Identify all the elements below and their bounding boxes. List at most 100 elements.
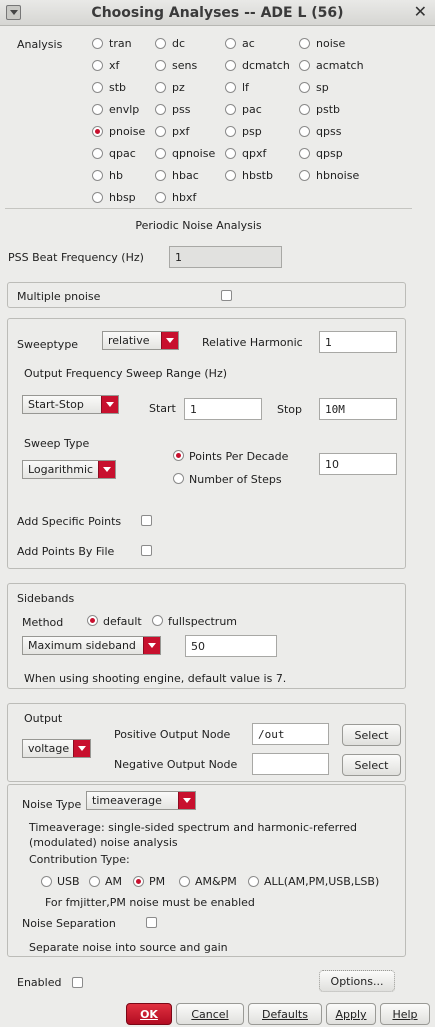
method-fullspectrum-radio[interactable] [152,615,163,626]
section-title: Periodic Noise Analysis [135,219,262,232]
number-of-steps-radio[interactable] [173,473,184,484]
analysis-radio-hbsp[interactable] [92,192,103,203]
sweep-type-dropdown[interactable]: Logarithmic [22,460,116,479]
contribution-radio-am-pm[interactable] [179,876,190,887]
relative-harmonic-field[interactable]: 1 [319,331,397,353]
positive-select-button[interactable]: Select [342,724,401,746]
window-title: Choosing Analyses -- ADE L (56) [91,5,344,21]
maximum-sideband-value: Maximum sideband [28,639,136,652]
enabled-checkbox[interactable] [72,977,83,988]
contribution-label-usb: USB [57,875,80,888]
analysis-label-hbstb: hbstb [242,169,273,182]
stop-label: Stop [277,403,303,416]
analysis-radio-envlp[interactable] [92,104,103,115]
sweeptype-value: relative [108,334,150,347]
analysis-label-pac: pac [242,103,262,116]
analysis-radio-sens[interactable] [155,60,166,71]
add-specific-points-checkbox[interactable] [141,515,152,526]
analysis-radio-dc[interactable] [155,38,166,49]
sweep-range-label: Output Frequency Sweep Range (Hz) [24,367,228,380]
contribution-label-am-pm: AM&PM [195,875,237,888]
analysis-radio-pxf[interactable] [155,126,166,137]
analysis-radio-hbnoise[interactable] [299,170,310,181]
analysis-radio-ac[interactable] [225,38,236,49]
contribution-radio-all-am-pm-usb-lsb-[interactable] [248,876,259,887]
positive-output-node-field[interactable]: /out [252,723,329,745]
analysis-radio-dcmatch[interactable] [225,60,236,71]
analysis-radio-xf[interactable] [92,60,103,71]
analysis-radio-pz[interactable] [155,82,166,93]
analysis-radio-hbstb[interactable] [225,170,236,181]
analysis-label-pnoise: pnoise [109,125,146,138]
analysis-radio-qpxf[interactable] [225,148,236,159]
sweep-range-dropdown[interactable]: Start-Stop [22,395,119,414]
analysis-label-hbxf: hbxf [172,191,197,204]
noise-separation-checkbox[interactable] [146,917,157,928]
analysis-label-dcmatch: dcmatch [242,59,290,72]
negative-output-node-field[interactable] [252,753,329,775]
contribution-radio-pm[interactable] [133,876,144,887]
add-points-by-file-checkbox[interactable] [141,545,152,556]
enabled-label: Enabled [17,976,62,989]
contribution-radio-usb[interactable] [41,876,52,887]
negative-select-button[interactable]: Select [342,754,401,776]
analysis-label-ac: ac [242,37,255,50]
method-default-radio[interactable] [87,615,98,626]
analysis-label-hbsp: hbsp [109,191,136,204]
output-mode-dropdown[interactable]: voltage [22,739,91,758]
analysis-radio-stb[interactable] [92,82,103,93]
method-label: Method [22,616,64,629]
analysis-radio-qpac[interactable] [92,148,103,159]
defaults-button[interactable]: Defaults [248,1003,322,1025]
analysis-radio-lf[interactable] [225,82,236,93]
cancel-button[interactable]: Cancel [176,1003,244,1025]
analysis-label: Analysis [17,38,63,51]
analysis-radio-sp[interactable] [299,82,310,93]
contribution-label-pm: PM [149,875,166,888]
sidebands-note: When using shooting engine, default valu… [24,672,287,685]
analysis-radio-pss[interactable] [155,104,166,115]
close-icon[interactable]: ✕ [414,3,427,21]
analysis-radio-qpnoise[interactable] [155,148,166,159]
chevron-down-icon [178,792,195,809]
ok-button[interactable]: OK [126,1003,172,1025]
analysis-radio-pnoise[interactable] [92,126,103,137]
analysis-radio-hb[interactable] [92,170,103,181]
analysis-label-psp: psp [242,125,262,138]
analysis-label-pxf: pxf [172,125,190,138]
analysis-radio-acmatch[interactable] [299,60,310,71]
analysis-label-hbac: hbac [172,169,199,182]
analysis-radio-qpss[interactable] [299,126,310,137]
points-per-decade-radio[interactable] [173,450,184,461]
output-title: Output [24,712,63,725]
help-button[interactable]: Help [380,1003,430,1025]
analysis-radio-qpsp[interactable] [299,148,310,159]
chevron-down-icon [98,461,115,478]
maximum-sideband-dropdown[interactable]: Maximum sideband [22,636,161,655]
analysis-radio-pstb[interactable] [299,104,310,115]
maximum-sideband-field[interactable]: 50 [185,635,277,657]
noise-type-label: Noise Type [22,798,82,811]
stop-field[interactable]: 10M [319,398,397,420]
analysis-radio-psp[interactable] [225,126,236,137]
analysis-label-qpsp: qpsp [316,147,343,160]
analysis-radio-noise[interactable] [299,38,310,49]
contribution-radio-am[interactable] [89,876,100,887]
analysis-radio-tran[interactable] [92,38,103,49]
analysis-radio-pac[interactable] [225,104,236,115]
start-field[interactable]: 1 [184,398,262,420]
analysis-radio-hbac[interactable] [155,170,166,181]
points-per-decade-field[interactable]: 10 [319,453,397,475]
number-of-steps-label: Number of Steps [189,473,282,486]
pss-beat-frequency-field[interactable]: 1 [169,246,282,268]
noise-type-dropdown[interactable]: timeaverage [86,791,196,810]
options-button[interactable]: Options... [319,970,395,992]
analysis-label-qpnoise: qpnoise [172,147,216,160]
apply-button[interactable]: Apply [326,1003,376,1025]
sweep-type-label: Sweep Type [24,437,90,450]
multiple-pnoise-checkbox[interactable] [221,290,232,301]
sweeptype-dropdown[interactable]: relative [102,331,179,350]
add-points-by-file-label: Add Points By File [17,545,115,558]
analysis-radio-hbxf[interactable] [155,192,166,203]
negative-output-node-label: Negative Output Node [114,758,238,771]
